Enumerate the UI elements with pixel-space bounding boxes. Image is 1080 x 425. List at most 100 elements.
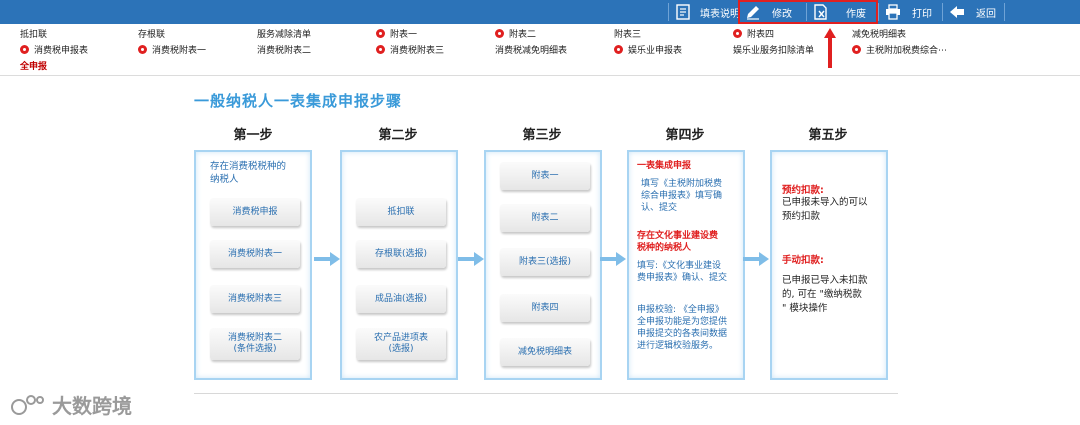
nav-label: 服务减除清单 [257,30,312,40]
required-dot-icon [20,45,29,54]
nav-consumption-tax-return[interactable]: 消费税申报表 [20,43,88,56]
back-button[interactable]: 返回 [948,0,996,24]
nav-label: 娱乐业申报表 [628,46,683,56]
required-dot-icon [852,45,861,54]
step-5-box: 预约扣款: 已申报未导入的可以 预约扣款 手动扣款: 已申报已导入未扣款 的, … [770,150,888,380]
manual-deduction-text: 已申报已导入未扣款 的, 可在 "缴纳税款 " 模块操作 [782,274,882,316]
step-2-heading: 第二步 [378,128,418,143]
nav-schedule-1[interactable]: 附表一 [376,27,417,40]
consumption-tax-return-button[interactable]: 消费税申报 [210,198,300,226]
text-line: 全申报功能是为您提供 [637,317,728,327]
nav-label: 消费税附表一 [152,46,207,56]
scheduled-deduction-heading: 预约扣款: [782,185,824,196]
text-line: 已申报已导入未扣款 [782,275,868,286]
step-4-box: 一表集成申报 填写《主税附加税费 综合申报表》填写确 认、提交 存在文化事业建设… [627,150,745,380]
integrated-declaration-text: 填写《主税附加税费 综合申报表》填写确 认、提交 [641,178,745,214]
nav-service-deduction-list[interactable]: 服务减除清单 [257,27,311,40]
required-dot-icon [138,45,147,54]
nav-stub-copy[interactable]: 存根联 [138,27,165,40]
right-arrow-icon [743,252,769,266]
culture-fee-heading: 存在文化事业建设费 税种的纳税人 [637,230,718,254]
nav-consumption-schedule-3[interactable]: 消费税附表三 [376,43,444,56]
text-line: 存在文化事业建设费 [637,231,719,241]
nav-schedule-2[interactable]: 附表二 [495,27,536,40]
nav-label: 消费税减免明细表 [495,46,568,56]
nav-label: 全申报 [20,62,48,72]
pill-sublabel: (条件选报) [233,344,277,354]
consumption-schedule-3-button[interactable]: 消费税附表三 [210,285,300,313]
schedule-3-button[interactable]: 附表三(选报) [500,248,590,276]
nav-consumption-relief-detail[interactable]: 消费税减免明细表 [495,43,567,56]
highlight-box [738,0,878,24]
stub-copy-button[interactable]: 存根联(选报) [356,240,446,268]
nav-schedule-3[interactable]: 附表三 [614,27,641,40]
required-dot-icon [495,29,504,38]
toolbar-separator [668,3,669,21]
print-button[interactable]: 打印 [884,0,932,24]
required-dot-icon [733,29,742,38]
nav-label: 消费税申报表 [34,46,89,56]
nav-tax-relief-detail[interactable]: 减免税明细表 [852,27,906,40]
step-4-heading: 第四步 [665,128,705,143]
nav-main-surtax-combined[interactable]: 主税附加税费综合⋯ [852,43,947,56]
pill-sublabel: (选报) [388,344,414,354]
nav-label: 附表二 [509,30,537,40]
step-1-heading: 第一步 [233,128,273,143]
top-toolbar: 填表说明 修改 作废 打印 返回 [0,0,1080,24]
annotation-arrow-icon [824,28,836,68]
schedule-2-button[interactable]: 附表二 [500,204,590,232]
step-5-heading: 第五步 [808,128,848,143]
refined-oil-button[interactable]: 成品油(选报) [356,285,446,313]
nav-consumption-schedule-1[interactable]: 消费税附表一 [138,43,206,56]
required-dot-icon [376,29,385,38]
nav-consumption-schedule-2[interactable]: 消费税附表二 [257,43,311,56]
watermark-text: 大数跨境 [52,394,132,418]
consumption-schedule-2-button[interactable]: 消费税附表二 (条件选报) [210,328,300,360]
step-3-box: 附表一 附表二 附表三(选报) 附表四 减免税明细表 [484,150,602,380]
document-icon [674,3,692,21]
step-1-description: 存在消费税税种的 纳税人 [210,160,286,186]
text-line: " 模块操作 [782,303,828,314]
divider [194,393,898,394]
page-title: 一般纳税人一表集成申报步骤 [194,92,403,110]
text-line: 的, 可在 "缴纳税款 [782,289,862,300]
step-2-box: 抵扣联 存根联(选报) 成品油(选报) 农产品进项表 (选报) [340,150,458,380]
toolbar-separator [942,3,943,21]
text-line: 已申报未导入的可以 [782,197,868,208]
nav-label: 消费税附表二 [257,46,312,56]
pill-label: 农产品进项表 [373,333,428,343]
deduction-copy-button[interactable]: 抵扣联 [356,198,446,226]
nav-label: 附表三 [614,30,642,40]
declaration-check-text: 申报校验: 《全申报》 全申报功能是为您提供 申报提交的各表间数据 进行逻辑校验… [637,304,741,352]
text-line: 费申报表》确认、提交 [637,273,728,283]
schedule-1-button[interactable]: 附表一 [500,162,590,190]
step-1-box: 存在消费税税种的 纳税人 消费税申报 消费税附表一 消费税附表三 消费税附表二 … [194,150,312,380]
fill-description-button[interactable]: 填表说明 [674,0,740,24]
nav-entertainment-deduction-list[interactable]: 娱乐业服务扣除清单 [733,43,814,56]
text-line: 填写《主税附加税费 [641,179,723,189]
step-3-heading: 第三步 [522,128,562,143]
tax-relief-detail-button[interactable]: 减免税明细表 [500,338,590,366]
consumption-schedule-1-button[interactable]: 消费税附表一 [210,240,300,268]
nav-full-declaration[interactable]: 全申报 [20,59,47,72]
schedule-4-button[interactable]: 附表四 [500,294,590,322]
printer-icon [884,3,902,21]
agricultural-input-button[interactable]: 农产品进项表 (选报) [356,328,446,360]
manual-deduction-heading: 手动扣款: [782,255,824,266]
watermark: 大数跨境 [10,390,132,419]
nav-label: 减免税明细表 [852,30,907,40]
text-line: 申报校验: 《全申报》 [637,305,724,315]
required-dot-icon [614,45,623,54]
nav-entertainment-return[interactable]: 娱乐业申报表 [614,43,682,56]
required-dot-icon [376,45,385,54]
integrated-declaration-heading: 一表集成申报 [637,161,692,171]
right-arrow-icon [314,252,340,266]
right-arrow-icon [458,252,484,266]
nav-label: 娱乐业服务扣除清单 [733,46,815,56]
nav-deduction-copy[interactable]: 抵扣联 [20,27,47,40]
nav-label: 附表四 [747,30,775,40]
print-label: 打印 [912,8,932,20]
nav-schedule-4[interactable]: 附表四 [733,27,774,40]
toolbar-separator [1004,3,1005,21]
pill-label: 消费税附表二 [227,333,282,343]
